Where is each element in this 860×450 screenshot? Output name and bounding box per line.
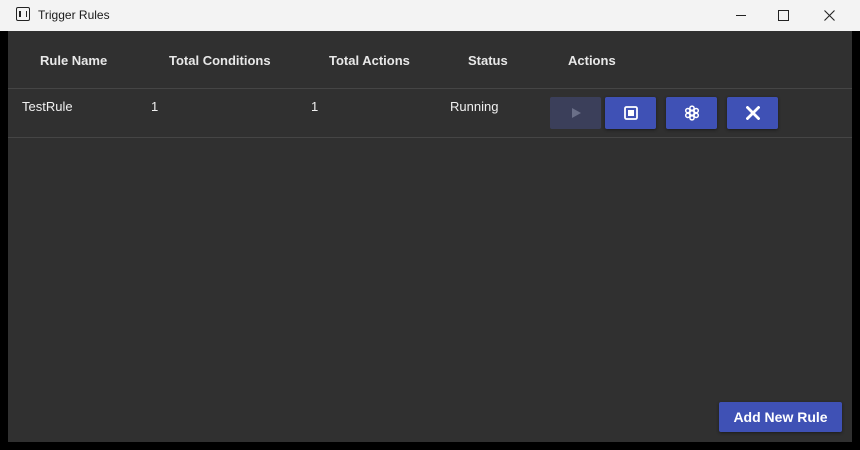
maximize-button[interactable]	[760, 0, 806, 31]
stop-icon	[623, 106, 638, 120]
play-icon	[571, 108, 581, 118]
row-divider	[8, 137, 852, 138]
actions-count-cell: 1	[311, 99, 319, 114]
app-icon	[16, 7, 30, 21]
delete-rule-button[interactable]	[727, 97, 778, 129]
column-header-total-actions[interactable]: Total Actions	[329, 53, 410, 68]
maximize-icon	[777, 10, 789, 21]
edit-rule-button[interactable]	[666, 97, 717, 129]
status-cell: Running	[450, 99, 499, 114]
column-header-rule-name[interactable]: Rule Name	[40, 53, 107, 68]
settings-icon	[684, 105, 699, 121]
minimize-icon	[736, 15, 746, 16]
start-rule-button[interactable]	[550, 97, 601, 129]
column-header-total-conditions[interactable]: Total Conditions	[169, 53, 271, 68]
rules-panel: Rule Name Total Conditions Total Actions…	[8, 31, 852, 442]
window-title: Trigger Rules	[38, 8, 110, 22]
stop-rule-button[interactable]	[605, 97, 656, 129]
column-header-actions[interactable]: Actions	[568, 53, 616, 68]
rule-name-cell: TestRule	[22, 99, 73, 114]
conditions-cell: 1	[151, 99, 159, 114]
header-divider	[8, 88, 852, 89]
minimize-button[interactable]	[718, 0, 764, 31]
add-new-rule-button[interactable]: Add New Rule	[719, 402, 842, 432]
close-icon	[823, 10, 835, 21]
column-header-status[interactable]: Status	[468, 53, 508, 68]
close-window-button[interactable]	[806, 0, 852, 31]
delete-icon	[745, 106, 760, 120]
title-bar: Trigger Rules	[0, 0, 860, 31]
